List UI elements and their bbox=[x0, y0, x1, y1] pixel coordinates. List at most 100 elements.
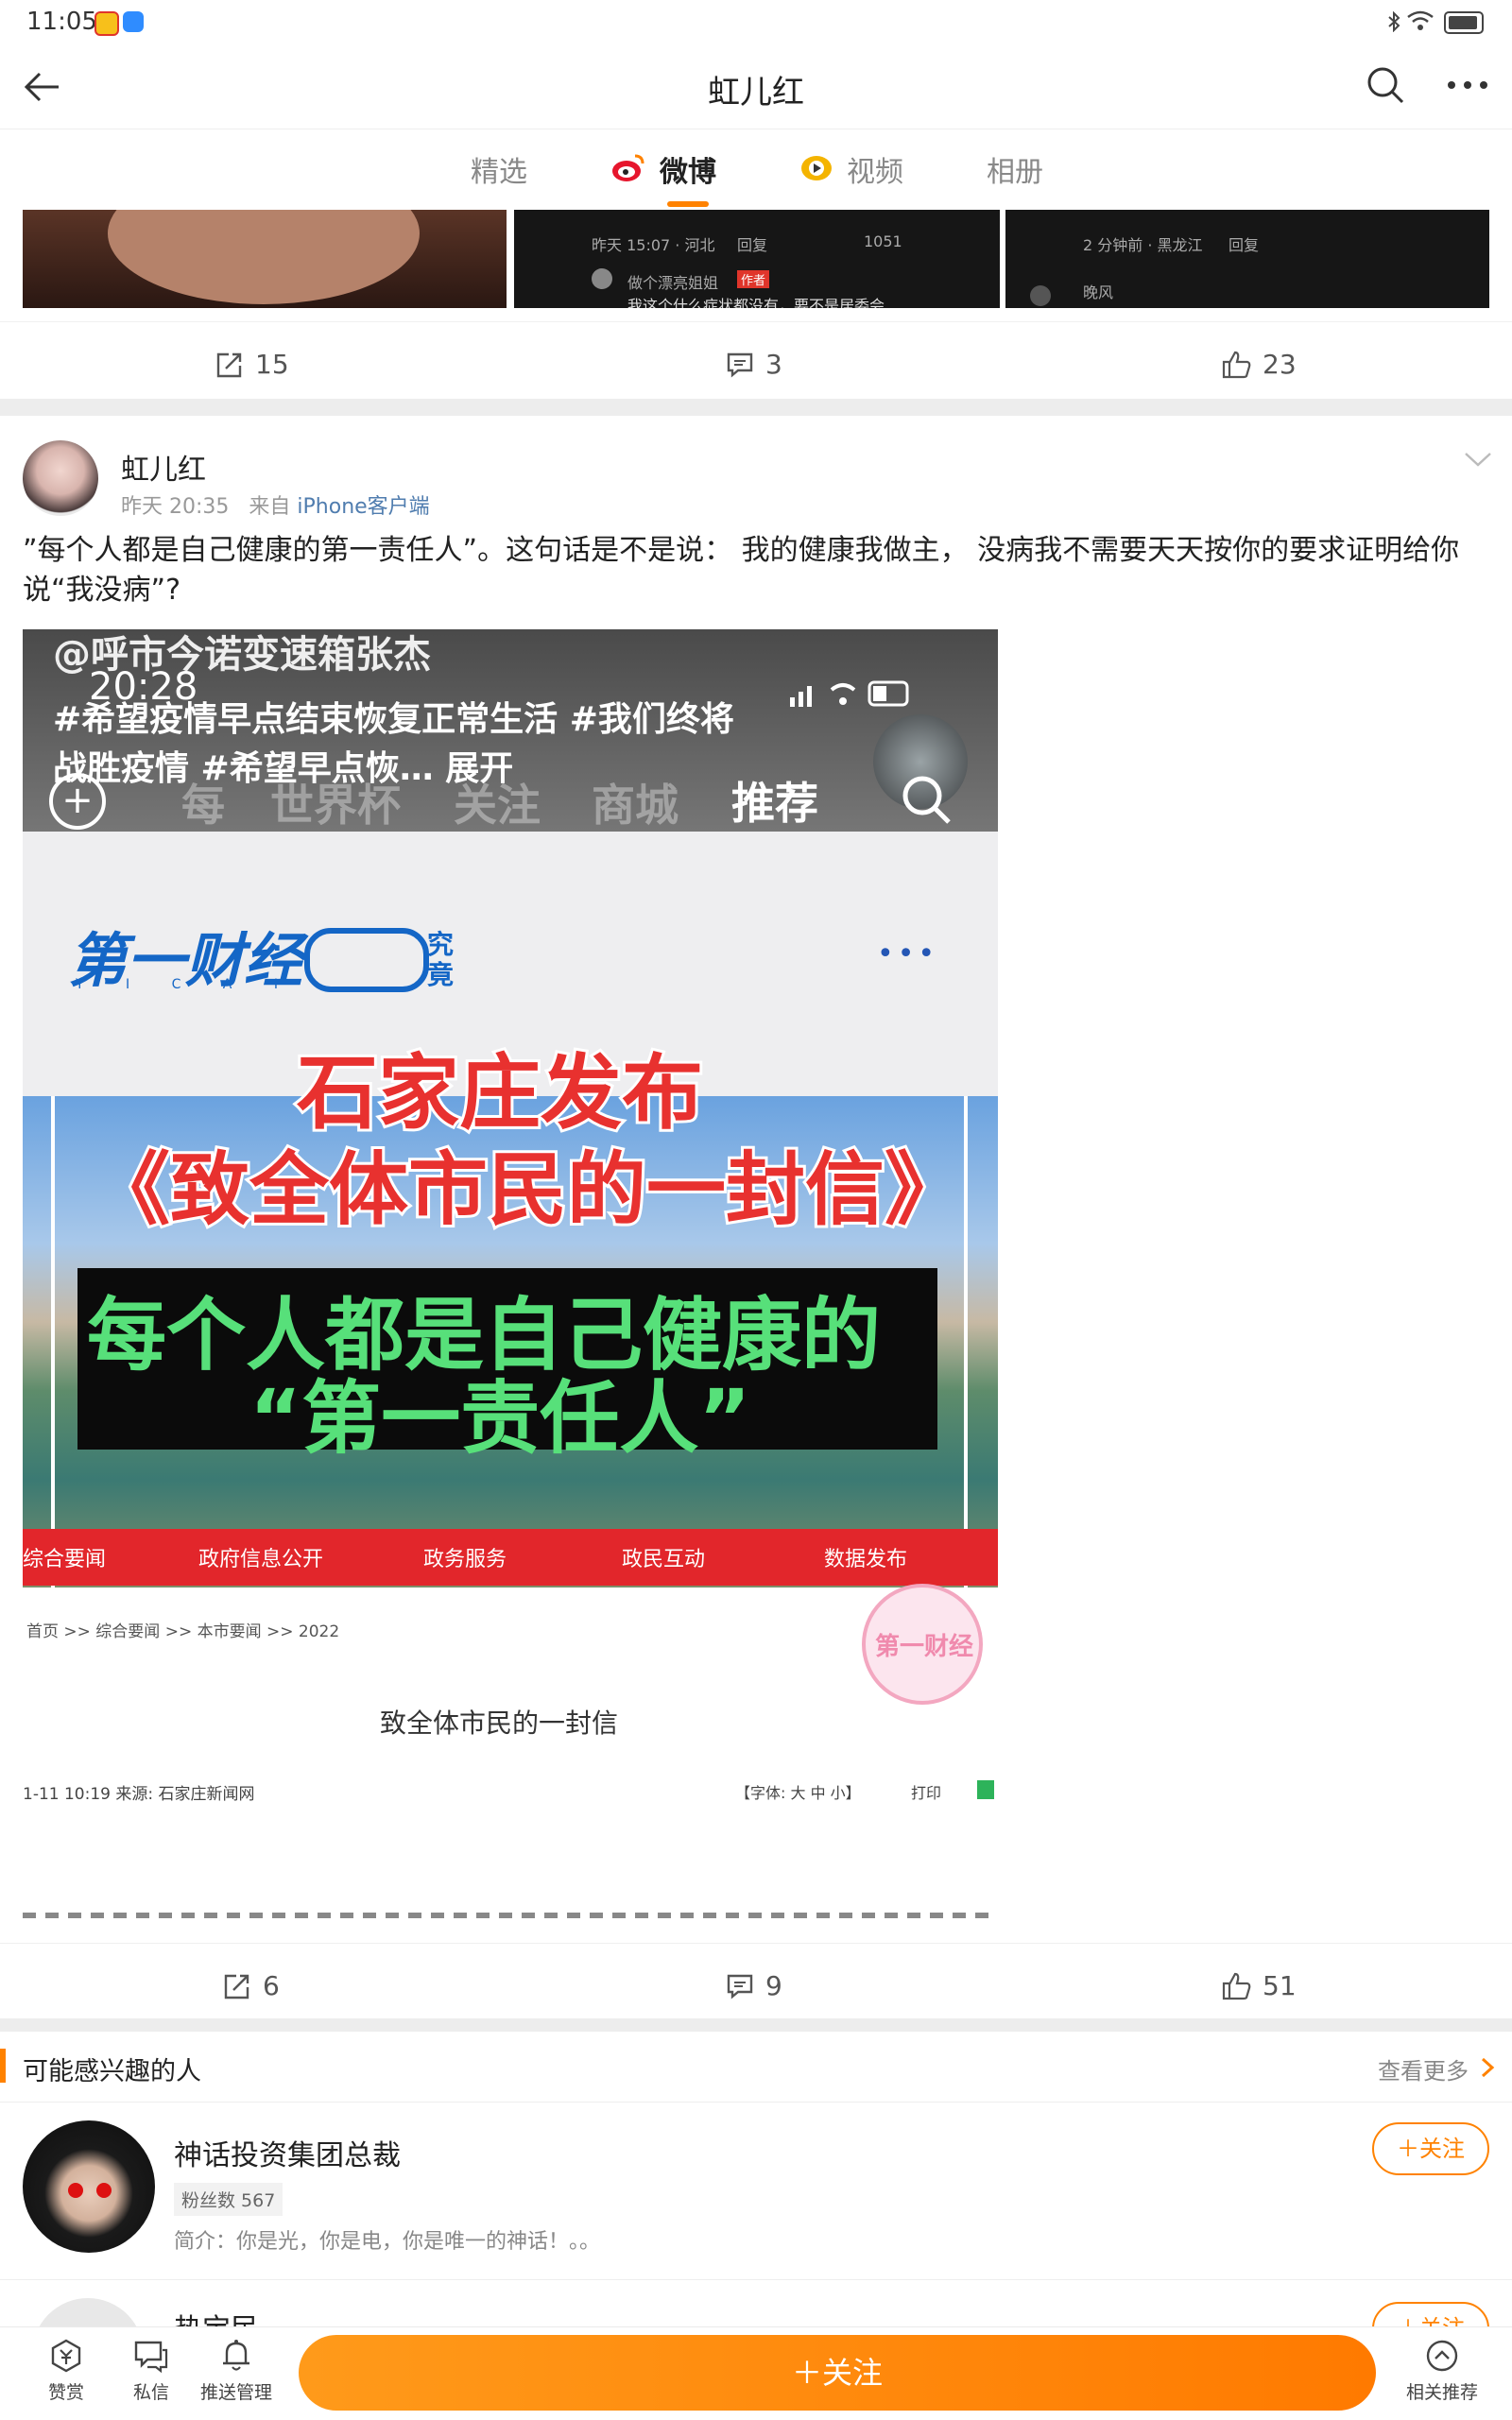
video-nav-item: 关注 bbox=[454, 780, 541, 831]
doc-print: 打印 bbox=[911, 1784, 942, 1802]
follow-user-button[interactable]: ＋关注 bbox=[1372, 2122, 1489, 2175]
post-author-name[interactable]: 虹儿红 bbox=[121, 446, 206, 488]
comment-button[interactable]: 9 bbox=[726, 1970, 782, 2001]
prev-post-thumb-2[interactable]: 昨天 15:07 · 河北 回复 1051 做个漂亮姐姐 作者 我这个什么症状都… bbox=[514, 210, 1000, 308]
nav-bar: 虹儿红 bbox=[0, 45, 1512, 129]
divider bbox=[0, 2279, 1512, 2280]
avatar bbox=[1030, 285, 1051, 306]
user-fans-badge: 粉丝数 567 bbox=[174, 2183, 284, 2216]
recommend-title: 可能感兴趣的人 bbox=[23, 2057, 201, 2086]
prev-post-thumb-3[interactable]: 2 分钟前 · 黑龙江 回复 晚风 bbox=[1005, 210, 1489, 308]
chevron-right-icon[interactable] bbox=[1480, 2056, 1495, 2083]
headline-4: “第一责任人” bbox=[249, 1372, 751, 1465]
headline-2: 《致全体市民的一封信》 bbox=[88, 1141, 967, 1239]
video-nav-active: 推荐 bbox=[731, 778, 818, 829]
gov-nav-item: 综合要闻 bbox=[23, 1548, 107, 1571]
comment-icon bbox=[727, 352, 753, 378]
comment-meta: 昨天 15:07 · 河北 bbox=[592, 236, 715, 254]
gov-nav-item: 数据发布 bbox=[824, 1548, 908, 1571]
doc-meta: 1-11 10:19 来源: 石家庄新闻网 bbox=[23, 1785, 255, 1804]
post-meta: 昨天 20:35 来自 iPhone客户端 bbox=[121, 489, 430, 520]
related-recommend-label: 相关推荐 bbox=[1405, 2382, 1478, 2403]
bluetooth-icon bbox=[1387, 10, 1400, 36]
weibo-tab-icon bbox=[610, 152, 646, 188]
tab-video[interactable]: 视频 bbox=[847, 148, 903, 190]
message-icon bbox=[134, 2341, 168, 2374]
avatar bbox=[592, 268, 612, 289]
tab-featured[interactable]: 精选 bbox=[471, 148, 527, 190]
bell-icon bbox=[223, 2340, 249, 2371]
like-icon bbox=[1222, 351, 1251, 378]
message-button[interactable]: 私信 bbox=[104, 2337, 198, 2404]
tab-album[interactable]: 相册 bbox=[987, 148, 1043, 190]
message-label: 私信 bbox=[132, 2382, 169, 2403]
signal-icon bbox=[788, 673, 911, 714]
chevron-down-icon[interactable] bbox=[1463, 450, 1493, 474]
bottom-bar: 赞赏 私信 推送管理 ＋关注 相关推荐 bbox=[0, 2326, 1512, 2420]
doc-breadcrumb: 首页 >> 综合要闻 >> 本市要闻 >> 2022 bbox=[26, 1622, 340, 1641]
chevron-up-circle-icon bbox=[1426, 2340, 1458, 2372]
reward-icon bbox=[51, 2339, 81, 2373]
user-name[interactable]: 神话投资集团总裁 bbox=[174, 2132, 401, 2173]
recommend-header: 可能感兴趣的人 查看更多 bbox=[0, 2032, 1512, 2102]
comment-likes: 1051 bbox=[864, 232, 902, 250]
yicai-pill-logo bbox=[304, 928, 429, 992]
like-icon bbox=[1222, 1972, 1251, 2000]
comment-reply: 回复 bbox=[1228, 236, 1260, 254]
post-source[interactable]: iPhone客户端 bbox=[297, 495, 429, 519]
comment-icon bbox=[727, 1974, 753, 2000]
user-avatar[interactable] bbox=[23, 2120, 155, 2253]
battery-icon bbox=[1444, 11, 1484, 34]
related-recommend-button[interactable]: 相关推荐 bbox=[1385, 2337, 1499, 2404]
cut-off-text-line bbox=[23, 1913, 998, 1918]
post-image[interactable]: @呼市今诺变速箱张杰 20:28 #希望疫情早点结束恢复正常生活 #我们终将战胜… bbox=[23, 629, 998, 1930]
wifi-icon bbox=[1406, 9, 1435, 36]
like-count: 23 bbox=[1263, 349, 1297, 380]
face-photo bbox=[108, 210, 420, 304]
gov-nav-item: 政民互动 bbox=[622, 1548, 706, 1571]
status-bar: 11:05 bbox=[0, 0, 1512, 45]
user-bio: 简介：你是光，你是电，你是唯一的神话！。。 bbox=[174, 2230, 601, 2254]
repost-count: 6 bbox=[263, 1970, 280, 2001]
repost-button[interactable]: 15 bbox=[215, 349, 289, 380]
author-avatar[interactable] bbox=[23, 440, 98, 516]
repost-button[interactable]: 6 bbox=[223, 1970, 280, 2001]
reward-button[interactable]: 赞赏 bbox=[19, 2337, 113, 2404]
post-source-prefix: 来自 bbox=[249, 495, 291, 519]
more-icon[interactable] bbox=[1444, 64, 1491, 110]
author-badge: 作者 bbox=[737, 270, 770, 288]
search-icon[interactable] bbox=[1365, 64, 1406, 110]
comment-text: 我这个什么症状都没有，要不是居委会 bbox=[627, 297, 885, 308]
doc-font-size: 【字体: 大 中 小】 bbox=[735, 1784, 861, 1802]
commenter-name: 晚风 bbox=[1083, 283, 1114, 301]
post-text: ”每个人都是自己健康的第一责任人”。这句话是不是说： 我的健康我做主， 没病我不… bbox=[23, 534, 1460, 607]
like-button[interactable]: 23 bbox=[1221, 349, 1297, 380]
see-more-link[interactable]: 查看更多 bbox=[1378, 2052, 1469, 2085]
push-settings-button[interactable]: 推送管理 bbox=[189, 2337, 284, 2404]
profile-tabs: 精选 微博 视频 相册 bbox=[0, 129, 1512, 211]
photo-frame-left bbox=[51, 1096, 55, 1588]
video-nav-item: 每 bbox=[181, 780, 225, 831]
cloud-app-icon bbox=[123, 11, 144, 32]
wechat-share-icon bbox=[977, 1780, 994, 1799]
video-tab-icon bbox=[799, 152, 833, 188]
gov-nav-item: 政务服务 bbox=[423, 1548, 507, 1571]
video-nav-item: 世界杯 bbox=[270, 780, 401, 831]
reward-label: 赞赏 bbox=[47, 2382, 84, 2403]
post-time: 昨天 20:35 bbox=[121, 495, 230, 519]
comment-button[interactable]: 3 bbox=[726, 349, 782, 380]
yicai-pill-text: 究竟 bbox=[427, 929, 455, 990]
photo-frame-right bbox=[964, 1096, 968, 1588]
tab-weibo[interactable]: 微博 bbox=[660, 148, 716, 190]
section-divider bbox=[0, 399, 1512, 416]
gov-nav-item: 政府信息公开 bbox=[198, 1548, 324, 1571]
tab-active-indicator bbox=[667, 201, 709, 207]
yicai-logo-sub: Y I C A I bbox=[76, 977, 297, 992]
comment-meta: 2 分钟前 · 黑龙江 bbox=[1083, 236, 1203, 254]
follow-button[interactable]: ＋关注 bbox=[299, 2335, 1376, 2411]
doc-title: 致全体市民的一封信 bbox=[380, 1708, 619, 1739]
status-time: 11:05 bbox=[26, 8, 97, 36]
like-button[interactable]: 51 bbox=[1221, 1970, 1297, 2001]
comment-reply: 回复 bbox=[737, 236, 768, 254]
prev-post-thumb-1[interactable] bbox=[23, 210, 507, 308]
